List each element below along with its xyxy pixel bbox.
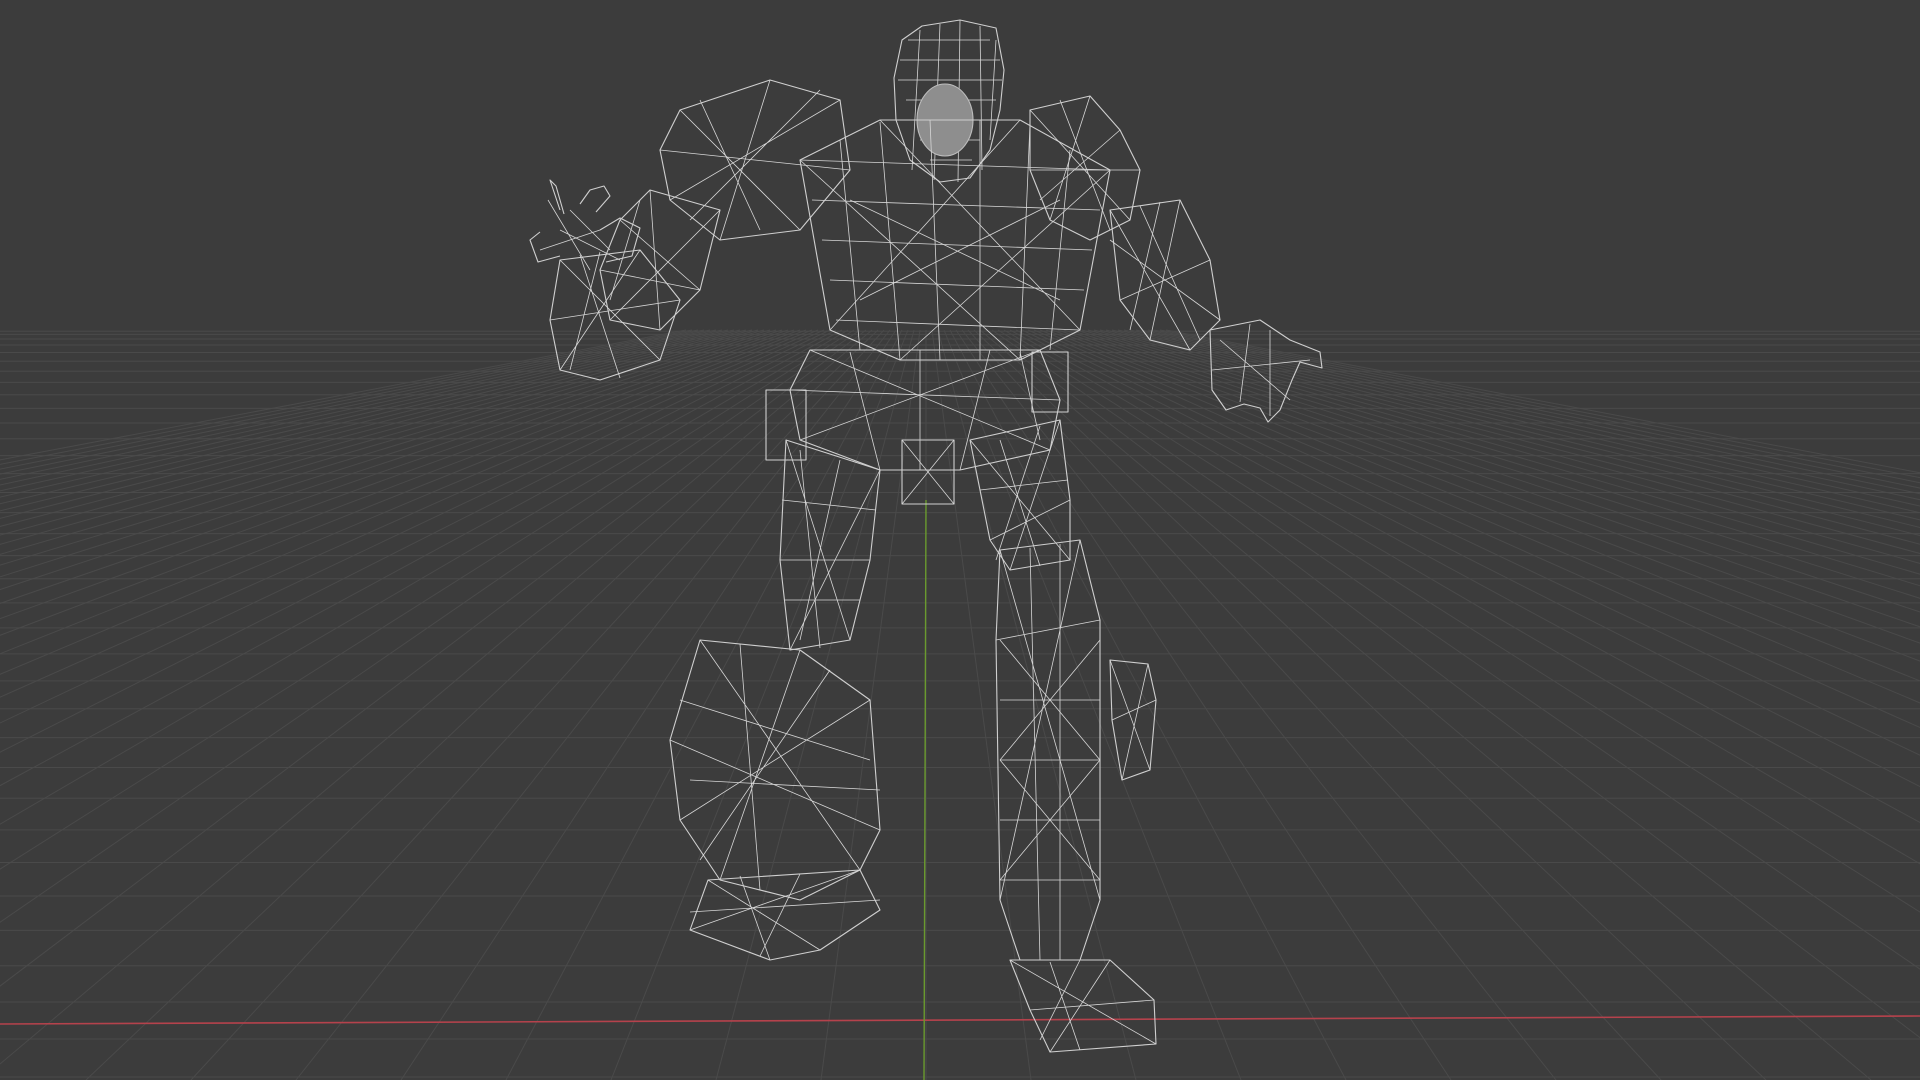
- viewport-scene[interactable]: [0, 0, 1920, 1080]
- 3d-viewport[interactable]: [0, 0, 1920, 1080]
